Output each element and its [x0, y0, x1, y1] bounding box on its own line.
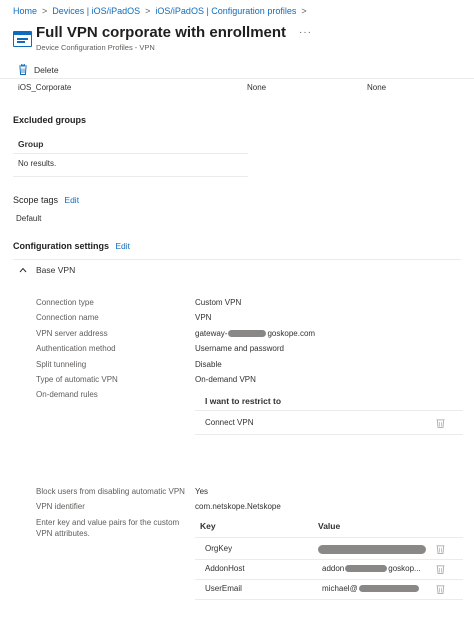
- kv-key[interactable]: OrgKey: [205, 544, 232, 553]
- scope-tags-edit-link[interactable]: Edit: [64, 195, 79, 205]
- breadcrumb-separator: >: [145, 6, 151, 16]
- redacted-block: [345, 565, 388, 573]
- redacted-block: [318, 545, 426, 554]
- excluded-row-divider: [13, 176, 248, 177]
- redacted-block: [358, 585, 419, 593]
- redacted-block: [228, 330, 267, 338]
- config-divider: [13, 259, 461, 260]
- included-group-name: iOS_Corporate: [18, 83, 72, 92]
- setting-value: Username and password: [195, 344, 284, 353]
- kv-key[interactable]: AddonHost: [205, 564, 245, 573]
- base-vpn-section-toggle[interactable]: Base VPN: [19, 265, 75, 275]
- kv-key-header: Key: [200, 521, 216, 531]
- included-group-col3: None: [367, 83, 387, 92]
- breadcrumb-devices-ios[interactable]: Devices | iOS/iPadOS: [52, 6, 140, 16]
- vpn-server-suffix: goskope.com: [267, 329, 316, 338]
- setting-label: Split tunneling: [36, 360, 87, 369]
- included-group-col2: None: [247, 83, 267, 92]
- kv-value[interactable]: michael@: [322, 584, 419, 593]
- delete-row-icon[interactable]: [436, 544, 445, 554]
- configuration-settings-header: Configuration settings Edit: [13, 241, 130, 251]
- delete-row-icon[interactable]: [436, 564, 445, 574]
- breadcrumb-ios-config-profiles[interactable]: iOS/iPadOS | Configuration profiles: [155, 6, 296, 16]
- ondemand-row-divider: [195, 434, 463, 435]
- breadcrumb-separator: >: [301, 6, 307, 16]
- setting-label-kv: Enter key and value pairs for the custom…: [36, 518, 180, 538]
- more-options-icon[interactable]: ···: [299, 27, 312, 38]
- setting-label: Block users from disabling automatic VPN: [36, 487, 185, 496]
- excluded-header-divider: [13, 153, 248, 154]
- breadcrumb-home[interactable]: Home: [13, 6, 37, 16]
- setting-value: Disable: [195, 360, 222, 369]
- setting-label: Connection type: [36, 298, 94, 307]
- kv-value-suffix: goskop...: [388, 564, 421, 573]
- page-title: Full VPN corporate with enrollment: [36, 24, 287, 41]
- setting-label: VPN identifier: [36, 502, 85, 511]
- delete-label: Delete: [34, 64, 59, 75]
- configuration-settings-heading: Configuration settings: [13, 241, 109, 251]
- setting-value: Custom VPN: [195, 298, 242, 307]
- delete-row-icon[interactable]: [436, 584, 445, 594]
- configuration-settings-edit-link[interactable]: Edit: [115, 241, 130, 251]
- kv-key[interactable]: UserEmail: [205, 584, 242, 593]
- kv-value-prefix: addon: [322, 564, 345, 573]
- kv-row-divider: [195, 579, 463, 580]
- ondemand-header-divider: [195, 410, 463, 411]
- kv-value[interactable]: addon goskop...: [322, 564, 421, 573]
- setting-label: On-demand rules: [36, 390, 98, 399]
- setting-value: VPN: [195, 313, 212, 322]
- kv-row-divider: [195, 559, 463, 560]
- setting-value: On-demand VPN: [195, 375, 256, 384]
- setting-value: com.netskope.Netskope: [195, 502, 281, 511]
- trash-icon: [19, 64, 27, 75]
- scope-tags-header: Scope tags Edit: [13, 195, 79, 205]
- ondemand-table-header: I want to restrict to: [205, 396, 282, 406]
- breadcrumb-separator: >: [42, 6, 48, 16]
- setting-label: Authentication method: [36, 344, 116, 353]
- kv-value-header: Value: [318, 521, 341, 531]
- excluded-empty-text: No results.: [18, 159, 57, 168]
- kv-header-divider: [195, 537, 463, 538]
- setting-label: VPN server address: [36, 329, 108, 338]
- kv-row-divider: [195, 599, 463, 600]
- setting-value: Yes: [195, 487, 209, 496]
- breadcrumb: Home > Devices | iOS/iPadOS > iOS/iPadOS | C…: [13, 6, 312, 16]
- scope-tag-value: Default: [16, 214, 42, 223]
- excluded-groups-heading: Excluded groups: [13, 115, 87, 125]
- ondemand-rule-row[interactable]: Connect VPN: [205, 418, 253, 427]
- setting-label: Connection name: [36, 313, 99, 322]
- profile-icon: [13, 31, 32, 47]
- scope-tags-heading: Scope tags: [13, 195, 59, 205]
- toolbar-divider: [0, 78, 474, 79]
- chevron-up-icon: [19, 267, 27, 273]
- kv-value-prefix: michael@: [322, 584, 358, 593]
- delete-button[interactable]: Delete: [18, 64, 59, 75]
- excluded-group-column-header: Group: [18, 139, 44, 149]
- vpn-server-address-value: gateway-goskope.com: [195, 329, 315, 338]
- delete-row-icon[interactable]: [436, 418, 445, 428]
- page-subtitle: Device Configuration Profiles - VPN: [36, 43, 155, 52]
- vpn-server-prefix: gateway-: [195, 329, 228, 338]
- base-vpn-section-title: Base VPN: [36, 265, 76, 275]
- setting-label: Type of automatic VPN: [36, 375, 118, 384]
